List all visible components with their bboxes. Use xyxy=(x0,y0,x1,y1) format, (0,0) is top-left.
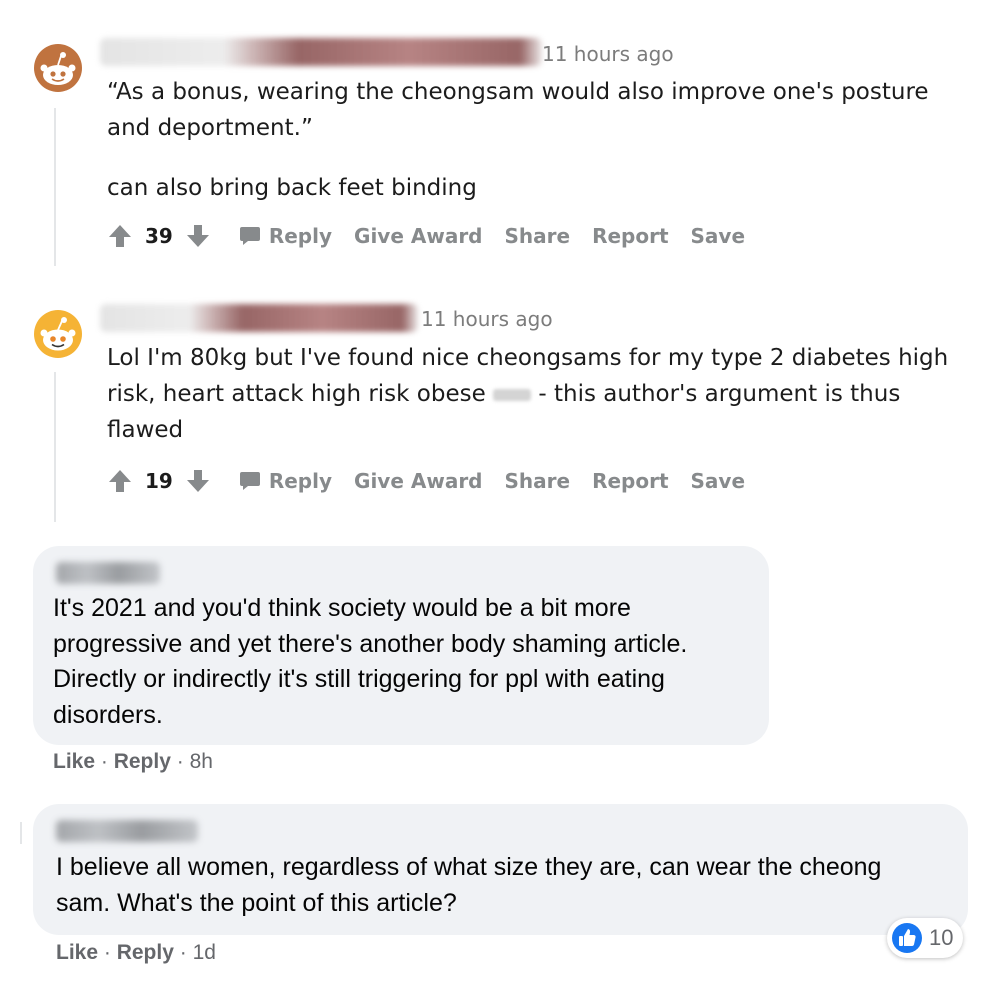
fb-like-button[interactable]: Like xyxy=(56,941,98,964)
fb-like-button[interactable]: Like xyxy=(53,750,95,773)
fb-author-name-blurred[interactable] xyxy=(56,562,160,584)
separator-dot: · xyxy=(176,750,190,773)
comment-bubble-icon xyxy=(239,227,260,245)
reply-label: Reply xyxy=(268,224,333,248)
fb-reaction-badge[interactable]: 10 xyxy=(887,918,964,958)
username-blurred[interactable] xyxy=(100,304,418,332)
fb-comment-time[interactable]: 1d xyxy=(193,941,216,964)
give-award-button[interactable]: Give Award xyxy=(354,224,482,248)
reply-button[interactable]: Reply xyxy=(239,469,332,493)
like-thumb-icon xyxy=(892,923,922,953)
report-button[interactable]: Report xyxy=(592,224,668,248)
username-blurred[interactable] xyxy=(100,38,542,66)
downvote-icon[interactable] xyxy=(185,223,211,249)
separator-dot: · xyxy=(103,941,117,964)
share-button[interactable]: Share xyxy=(505,469,571,493)
report-button[interactable]: Report xyxy=(592,469,668,493)
censored-word xyxy=(493,388,532,401)
save-button[interactable]: Save xyxy=(691,469,746,493)
separator-dot: · xyxy=(100,750,114,773)
save-button[interactable]: Save xyxy=(691,224,746,248)
snoo-avatar-icon[interactable] xyxy=(34,310,82,358)
fb-comment-text: It's 2021 and you'd think society would … xyxy=(53,594,688,729)
snoo-avatar-icon[interactable] xyxy=(34,44,82,92)
fb-comment-meta: Like · Reply · 8h xyxy=(53,750,213,774)
comment-timestamp: 11 hours ago xyxy=(542,42,674,66)
downvote-icon[interactable] xyxy=(185,468,211,494)
separator-dot: · xyxy=(179,941,193,964)
fb-author-name-blurred[interactable] xyxy=(56,820,198,842)
reply-button[interactable]: Reply xyxy=(239,224,332,248)
comment-timestamp: 11 hours ago xyxy=(421,307,553,331)
divider xyxy=(20,822,22,844)
fb-comment-meta: Like · Reply · 1d xyxy=(56,941,216,965)
fb-reply-button[interactable]: Reply xyxy=(114,750,171,773)
comment-bubble-icon xyxy=(239,472,260,490)
thread-line[interactable] xyxy=(54,372,56,522)
comment-body: “As a bonus, wearing the cheongsam would… xyxy=(107,74,967,206)
give-award-button[interactable]: Give Award xyxy=(354,469,482,493)
comment-actions: 39 Reply Give Award Share Report Save xyxy=(107,223,745,249)
thread-line[interactable] xyxy=(54,108,56,266)
share-button[interactable]: Share xyxy=(505,224,571,248)
comment-quote: “As a bonus, wearing the cheongsam would… xyxy=(107,79,929,141)
comment-actions: 19 Reply Give Award Share Report Save xyxy=(107,468,745,494)
upvote-icon[interactable] xyxy=(107,468,133,494)
fb-comment-time[interactable]: 8h xyxy=(190,750,213,773)
vote-score: 19 xyxy=(145,469,173,493)
vote-score: 39 xyxy=(145,224,173,248)
reaction-count: 10 xyxy=(929,925,954,950)
comment-text: can also bring back feet binding xyxy=(107,175,477,201)
reply-label: Reply xyxy=(268,469,333,493)
fb-reply-button[interactable]: Reply xyxy=(117,941,174,964)
comment-body: Lol I'm 80kg but I've found nice cheongs… xyxy=(107,340,977,448)
upvote-icon[interactable] xyxy=(107,223,133,249)
fb-comment-text: I believe all women, regardless of what … xyxy=(56,853,882,917)
